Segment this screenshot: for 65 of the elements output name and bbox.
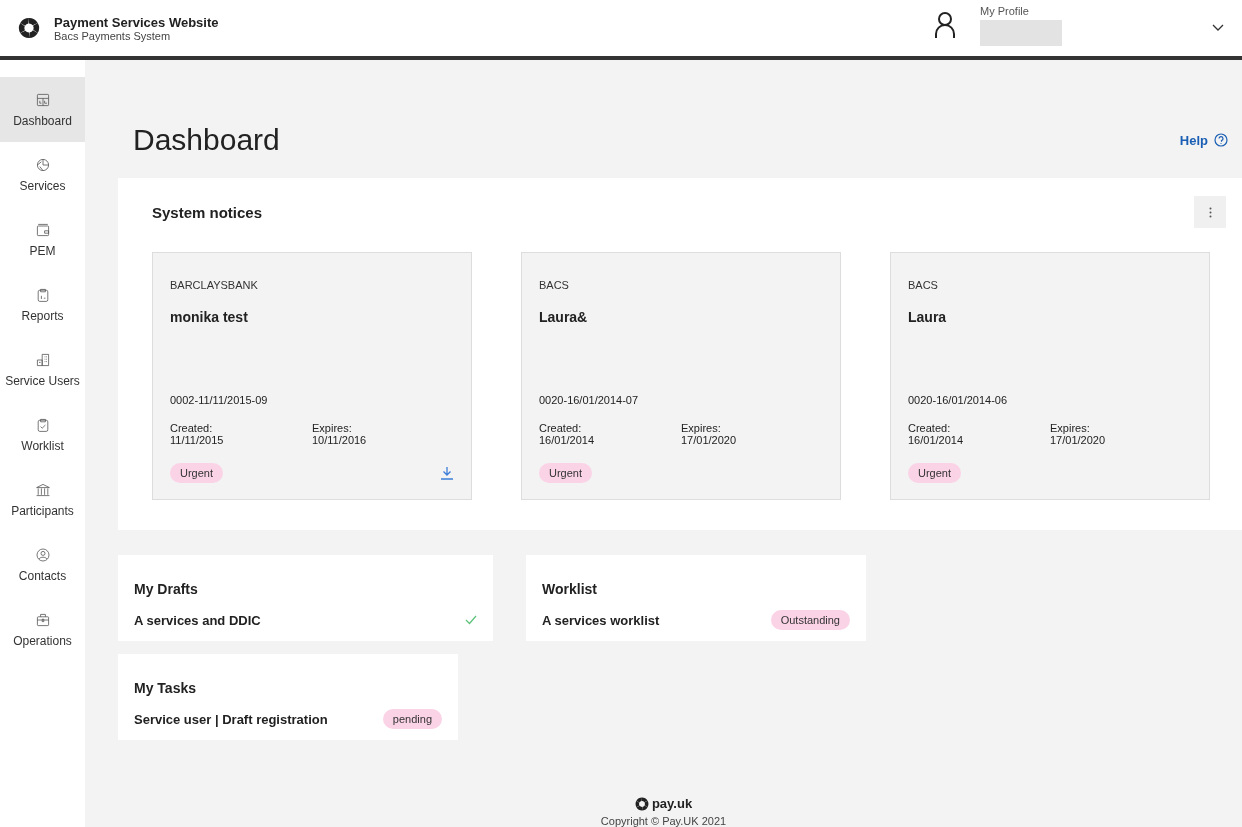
logo-icon: [634, 796, 649, 811]
status-tag: pending: [382, 709, 442, 729]
site-subtitle: Bacs Payments System: [54, 29, 172, 42]
chevron-down-icon[interactable]: [1212, 24, 1224, 32]
notice-title: Laura: [908, 309, 948, 325]
widget-item[interactable]: Service user | Draft registration: [134, 711, 328, 727]
expires-date: 17/01/2020: [681, 434, 738, 447]
urgent-tag: Urgent: [170, 463, 224, 483]
logo-icon: [18, 17, 40, 39]
notice-source: BARCLAYSBANK: [170, 279, 259, 291]
notice-title: Laura&: [539, 309, 589, 325]
notice-title: monika test: [170, 309, 249, 325]
urgent-tag: Urgent: [908, 463, 962, 483]
notice-reference: 0002-11/11/2015-09: [170, 393, 269, 406]
created-label: Created:: [908, 421, 952, 435]
expires-label: Expires:: [1050, 421, 1091, 435]
notice-source: BACS: [539, 279, 570, 291]
created-date: 16/01/2014: [539, 434, 596, 447]
created-date: 11/11/2015: [170, 434, 225, 447]
check-icon: [465, 615, 477, 625]
widget-title: Worklist: [542, 581, 598, 597]
widget-title: My Tasks: [134, 680, 197, 696]
sidebar-item[interactable]: Services: [0, 142, 85, 207]
created-label: Created:: [170, 421, 214, 435]
sidebar-item[interactable]: Participants: [0, 467, 85, 532]
notice-card[interactable]: BACS Laura& 0020-16/01/2014-07 Created: Expires: 16/01/2014 17/01/2020 Urgent: [521, 252, 841, 500]
download-icon[interactable]: [440, 466, 454, 480]
site-title: Payment Services Website: [54, 14, 219, 30]
copyright-text: Copyright © Pay.UK 2021: [600, 815, 727, 827]
expires-label: Expires:: [312, 421, 353, 435]
footer-brand: pay.uk: [651, 796, 693, 811]
profile-label: My Profile: [980, 4, 1030, 17]
created-date: 16/01/2014: [908, 434, 965, 447]
toolbox-icon: [34, 611, 51, 628]
page-title: Dashboard: [133, 123, 280, 157]
dashboard-icon: [34, 91, 51, 108]
expires-label: Expires:: [681, 421, 722, 435]
sidebar-item[interactable]: Contacts: [0, 532, 85, 597]
sidebar-item[interactable]: Service Users: [0, 337, 85, 402]
bank-icon: [34, 481, 51, 498]
sidebar-item[interactable]: Reports: [0, 272, 85, 337]
notice-source: BACS: [908, 279, 939, 291]
widget-item[interactable]: A services worklist: [542, 612, 660, 628]
widget-title: My Drafts: [134, 581, 199, 597]
status-tag: Outstanding: [770, 610, 850, 630]
sidebar-item[interactable]: Operations: [0, 597, 85, 662]
widget-item[interactable]: A services and DDIC: [134, 612, 261, 628]
notice-card[interactable]: BARCLAYSBANK monika test 0002-11/11/2015-09 Created: Expires: 11/11/2015 10/11/2016 Urgent: [152, 252, 472, 500]
expires-date: 10/11/2016: [312, 434, 368, 447]
help-link[interactable]: Help: [1179, 132, 1208, 148]
notice-reference: 0020-16/01/2014-07: [539, 393, 640, 406]
expires-date: 17/01/2020: [1050, 434, 1107, 447]
user-icon[interactable]: [934, 10, 956, 39]
building-icon: [34, 351, 51, 368]
contact-icon: [34, 546, 51, 563]
kebab-icon: [1208, 206, 1212, 218]
urgent-tag: Urgent: [539, 463, 593, 483]
sidebar-item[interactable]: PEM: [0, 207, 85, 272]
notice-reference: 0020-16/01/2014-06: [908, 393, 1009, 406]
sidebar-item[interactable]: Dashboard: [0, 77, 85, 142]
section-title: System notices: [152, 203, 263, 221]
created-label: Created:: [539, 421, 583, 435]
sidebar-item[interactable]: Worklist: [0, 402, 85, 467]
help-icon[interactable]: [1214, 133, 1228, 147]
notice-card[interactable]: BACS Laura 0020-16/01/2014-06 Created: Expires: 16/01/2014 17/01/2020 Urgent: [890, 252, 1210, 500]
